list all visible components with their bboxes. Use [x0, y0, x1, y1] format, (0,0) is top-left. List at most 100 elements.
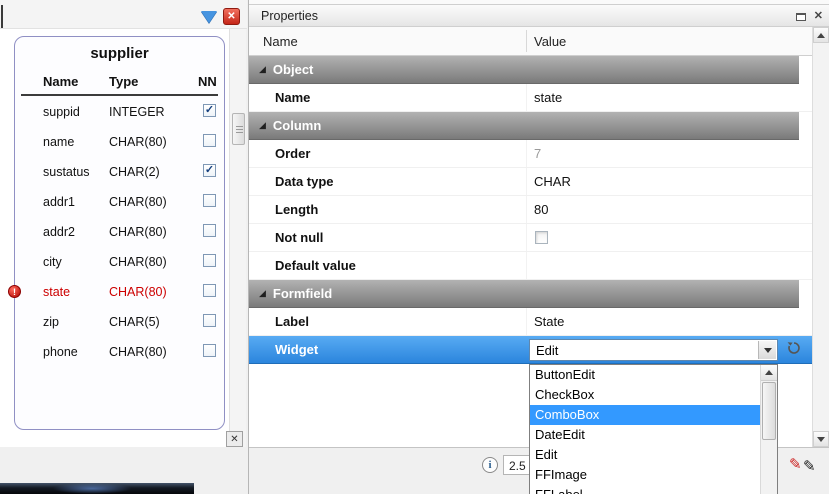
notnull-checkbox[interactable] [203, 194, 216, 207]
scrollbar-grip [236, 126, 243, 133]
prop-row-label[interactable]: Label State [249, 308, 813, 336]
notnull-checkbox[interactable] [203, 254, 216, 267]
dropdown-item-ffimage[interactable]: FFImage [530, 465, 777, 485]
diagram-canvas[interactable]: supplier Name Type NN suppid INTEGER ✓ n… [0, 29, 229, 447]
prop-row-order[interactable]: Order 7 [249, 140, 813, 168]
prop-row-notnull[interactable]: Not null [249, 224, 813, 252]
notnull-checkbox[interactable] [535, 231, 548, 244]
dropdown-item-buttonedit[interactable]: ButtonEdit [530, 365, 777, 385]
diagram-toolbar: ✕ [0, 0, 247, 29]
arrow-up-icon [817, 33, 825, 38]
prop-row-length[interactable]: Length 80 [249, 196, 813, 224]
prop-label: Order [275, 146, 310, 161]
reset-value-icon[interactable] [786, 340, 802, 356]
properties-titlebar[interactable]: Properties ✕ [249, 4, 829, 27]
prop-value[interactable]: CHAR [534, 174, 571, 189]
canvas-vertical-scrollbar[interactable] [229, 29, 246, 447]
field-name: addr2 [43, 225, 75, 239]
col-header-name: Name [43, 74, 78, 89]
expand-triangle-icon[interactable]: ◢ [259, 288, 266, 299]
float-panel-icon[interactable] [796, 13, 806, 21]
info-icon[interactable]: i [482, 457, 498, 473]
prop-row-widget[interactable]: Widget Edit [249, 336, 813, 364]
window-edge [1, 5, 3, 28]
group-column[interactable]: ◢ Column [249, 112, 799, 140]
field-name: city [43, 255, 62, 269]
prop-label: Not null [275, 230, 323, 245]
prop-label: Default value [275, 258, 356, 273]
pen-icon[interactable]: ✎ [803, 457, 816, 475]
properties-scrollbar[interactable] [812, 27, 829, 447]
field-name: suppid [43, 105, 80, 119]
field-type: CHAR(80) [109, 195, 167, 209]
scroll-up-button[interactable] [813, 27, 829, 43]
prop-label: Name [275, 90, 310, 105]
prop-label: Widget [275, 342, 318, 357]
prop-row-datatype[interactable]: Data type CHAR [249, 168, 813, 196]
notnull-checkbox[interactable] [203, 344, 216, 357]
entity-row-city[interactable]: city CHAR(80) [15, 246, 224, 276]
dropdown-item-fflabel[interactable]: FFLabel [530, 485, 777, 494]
close-panel-icon[interactable]: ✕ [814, 9, 823, 22]
notnull-checkbox[interactable] [203, 134, 216, 147]
arrow-down-icon [817, 437, 825, 442]
field-type: INTEGER [109, 105, 165, 119]
dropdown-triangle-icon[interactable] [201, 11, 217, 23]
prop-row-name[interactable]: Name state [249, 84, 813, 112]
entity-row-phone[interactable]: phone CHAR(80) [15, 336, 224, 366]
entity-column-headers: Name Type NN [15, 70, 224, 94]
scroll-up-button[interactable] [761, 365, 777, 381]
group-object[interactable]: ◢ Object [249, 56, 799, 84]
scrollbar-thumb[interactable] [762, 382, 776, 440]
field-name: sustatus [43, 165, 90, 179]
scrollbar-thumb[interactable] [232, 113, 245, 145]
dropdown-scrollbar[interactable] [760, 365, 777, 494]
prop-value[interactable]: State [534, 314, 564, 329]
field-type: CHAR(80) [109, 135, 167, 149]
prop-value: 7 [534, 146, 541, 161]
entity-row-addr2[interactable]: addr2 CHAR(80) [15, 216, 224, 246]
notnull-checkbox[interactable]: ✓ [203, 104, 216, 117]
prop-label: Length [275, 202, 318, 217]
taskbar-glow [52, 483, 132, 494]
group-label: Formfield [273, 286, 332, 301]
entity-row-name[interactable]: name CHAR(80) [15, 126, 224, 156]
prop-label: Label [275, 314, 309, 329]
dropdown-item-edit[interactable]: Edit [530, 445, 777, 465]
field-name: zip [43, 315, 59, 329]
dropdown-item-combobox[interactable]: ComboBox [530, 405, 777, 425]
red-pen-icon[interactable]: ✎ [789, 455, 802, 473]
group-formfield[interactable]: ◢ Formfield [249, 280, 799, 308]
entity-row-zip[interactable]: zip CHAR(5) [15, 306, 224, 336]
scroll-down-button[interactable] [813, 431, 829, 447]
notnull-checkbox[interactable] [203, 224, 216, 237]
chevron-down-icon [764, 348, 772, 353]
widget-combobox[interactable]: Edit [529, 339, 778, 361]
field-type: CHAR(80) [109, 255, 167, 269]
notnull-checkbox[interactable] [203, 284, 216, 297]
prop-label: Data type [275, 174, 334, 189]
notnull-checkbox[interactable] [203, 314, 216, 327]
entity-row-suppid[interactable]: suppid INTEGER ✓ [15, 96, 224, 126]
field-type: CHAR(5) [109, 315, 160, 329]
combobox-dropdown-button[interactable] [758, 341, 776, 359]
diagram-close-button[interactable]: ✕ [223, 8, 240, 25]
prop-value[interactable]: state [534, 90, 562, 105]
expand-triangle-icon[interactable]: ◢ [259, 120, 266, 131]
dropdown-item-checkbox[interactable]: CheckBox [530, 385, 777, 405]
field-type: CHAR(2) [109, 165, 160, 179]
entity-supplier[interactable]: supplier Name Type NN suppid INTEGER ✓ n… [14, 36, 225, 430]
entity-row-state[interactable]: ! state CHAR(80) [15, 276, 224, 306]
field-type: CHAR(80) [109, 285, 167, 299]
panel-close-button[interactable]: ✕ [226, 431, 243, 447]
notnull-checkbox[interactable]: ✓ [203, 164, 216, 177]
prop-row-default[interactable]: Default value [249, 252, 813, 280]
entity-row-addr1[interactable]: addr1 CHAR(80) [15, 186, 224, 216]
entity-row-sustatus[interactable]: sustatus CHAR(2) ✓ [15, 156, 224, 186]
dropdown-item-dateedit[interactable]: DateEdit [530, 425, 777, 445]
expand-triangle-icon[interactable]: ◢ [259, 64, 266, 75]
prop-value[interactable]: 80 [534, 202, 548, 217]
col-header-nn: NN [198, 74, 217, 89]
col-header-type: Type [109, 74, 138, 89]
property-grid: Name Value ◢ Object Name state ◢ Column … [249, 27, 813, 364]
